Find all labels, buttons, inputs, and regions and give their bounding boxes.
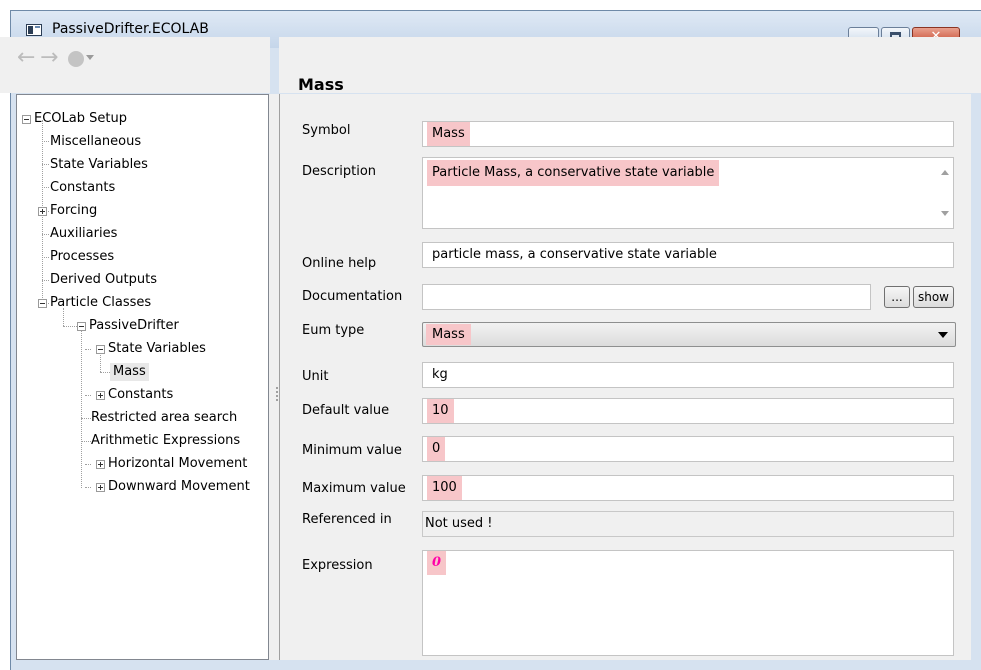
unit-label: Unit — [302, 369, 329, 384]
tree-connector — [81, 418, 91, 419]
tree-item-constants[interactable]: Constants — [50, 179, 115, 197]
eum-type-select[interactable]: Mass — [422, 322, 956, 347]
tree-connector — [81, 441, 91, 442]
tree-item-processes[interactable]: Processes — [50, 248, 114, 266]
minimum-value-label: Minimum value — [302, 443, 402, 458]
tree-connector — [63, 326, 77, 327]
symbol-field[interactable]: Mass — [422, 121, 954, 147]
default-value-field[interactable]: 10 — [422, 398, 954, 424]
tree-item-derived-outputs[interactable]: Derived Outputs — [50, 271, 157, 289]
eum-type-label: Eum type — [302, 323, 365, 338]
history-circle-icon[interactable] — [68, 51, 84, 67]
setup-tree[interactable]: ECOLab Setup Miscellaneous State Variabl… — [16, 94, 269, 660]
default-value-value: 10 — [427, 399, 454, 423]
scroll-up-icon[interactable] — [941, 170, 949, 175]
tree-connector — [81, 331, 82, 488]
tree-connector — [42, 234, 49, 235]
tree-connector — [42, 280, 49, 281]
tree-item-horizontal-movement[interactable]: Horizontal Movement — [108, 455, 247, 473]
minimum-value-field[interactable]: 0 — [422, 436, 954, 462]
back-arrow-icon[interactable]: ← — [17, 47, 35, 69]
description-scrollbar[interactable] — [936, 158, 953, 228]
forward-arrow-icon[interactable]: → — [40, 47, 58, 69]
tree-connector — [42, 187, 49, 188]
tree-item-ecolab-setup[interactable]: ECOLab Setup — [34, 110, 127, 128]
documentation-field[interactable] — [422, 284, 871, 310]
tree-connector — [85, 464, 91, 465]
scroll-down-icon[interactable] — [941, 211, 949, 216]
expand-icon[interactable] — [96, 483, 105, 492]
tree-connector — [100, 372, 110, 373]
minimum-value-value: 0 — [427, 437, 446, 461]
description-value: Particle Mass, a conservative state vari… — [427, 160, 720, 186]
tree-item-pd-constants[interactable]: Constants — [108, 386, 173, 404]
tree-item-arithmetic-expressions[interactable]: Arithmetic Expressions — [91, 432, 240, 450]
page-header — [279, 37, 981, 93]
tree-connector — [42, 141, 49, 142]
tree-connector — [85, 395, 91, 396]
collapse-icon[interactable] — [77, 322, 86, 331]
tree-item-pd-state-variables[interactable]: State Variables — [108, 340, 206, 358]
symbol-value: Mass — [427, 122, 470, 146]
tree-item-miscellaneous[interactable]: Miscellaneous — [50, 133, 141, 151]
online-help-label: Online help — [302, 256, 377, 271]
tree-item-restricted-area-search[interactable]: Restricted area search — [91, 409, 237, 427]
browse-button[interactable]: ... — [884, 286, 910, 308]
expand-icon[interactable] — [96, 391, 105, 400]
app-window-icon — [26, 24, 42, 36]
window-title: PassiveDrifter.ECOLAB — [52, 21, 209, 37]
expression-label: Expression — [302, 558, 373, 573]
documentation-label: Documentation — [302, 289, 403, 304]
splitter-grip — [276, 391, 278, 393]
maximum-value-value: 100 — [427, 476, 462, 500]
tree-item-passive-drifter[interactable]: PassiveDrifter — [89, 317, 179, 335]
tree-connector — [100, 355, 101, 372]
tree-connector — [42, 257, 49, 258]
page-title: Mass — [298, 75, 344, 94]
chevron-down-icon[interactable] — [938, 332, 948, 338]
default-value-label: Default value — [302, 403, 390, 418]
unit-value: kg — [432, 367, 448, 382]
collapse-icon[interactable] — [22, 115, 31, 124]
splitter-grip — [276, 395, 278, 397]
tree-connector — [42, 164, 49, 165]
collapse-icon[interactable] — [96, 345, 105, 354]
online-help-field[interactable]: particle mass, a conservative state vari… — [422, 242, 954, 268]
symbol-label: Symbol — [302, 123, 351, 138]
splitter-grip — [276, 387, 278, 389]
expression-value: 0 — [427, 551, 447, 575]
description-field[interactable]: Particle Mass, a conservative state vari… — [422, 157, 954, 229]
online-help-value: particle mass, a conservative state vari… — [432, 247, 717, 262]
collapse-icon[interactable] — [38, 299, 47, 308]
navigation-toolbar: ← → — [0, 37, 270, 93]
maximum-value-label: Maximum value — [302, 481, 406, 496]
referenced-in-value: Not used ! — [425, 516, 493, 531]
properties-form: Symbol Mass Description Particle Mass, a… — [279, 94, 971, 660]
show-button[interactable]: show — [913, 286, 954, 308]
tree-item-downward-movement[interactable]: Downward Movement — [108, 478, 250, 496]
tree-item-mass[interactable]: Mass — [110, 363, 149, 381]
expand-icon[interactable] — [96, 460, 105, 469]
eum-type-value: Mass — [426, 324, 471, 345]
referenced-in-label: Referenced in — [302, 512, 392, 527]
referenced-in-field: Not used ! — [422, 511, 954, 537]
panel-splitter[interactable] — [269, 94, 279, 660]
tree-connector — [85, 349, 91, 350]
expand-icon[interactable] — [38, 207, 47, 216]
tree-item-particle-classes[interactable]: Particle Classes — [50, 294, 151, 312]
tree-item-state-variables[interactable]: State Variables — [50, 156, 148, 174]
description-label: Description — [302, 164, 377, 179]
history-dropdown-icon[interactable] — [86, 55, 94, 60]
tree-item-auxiliaries[interactable]: Auxiliaries — [50, 225, 117, 243]
expression-field[interactable]: 0 — [422, 550, 954, 656]
tree-item-forcing[interactable]: Forcing — [50, 202, 97, 220]
tree-connector — [85, 487, 91, 488]
unit-field[interactable]: kg — [422, 362, 954, 388]
splitter-grip — [276, 399, 278, 401]
maximum-value-field[interactable]: 100 — [422, 475, 954, 501]
